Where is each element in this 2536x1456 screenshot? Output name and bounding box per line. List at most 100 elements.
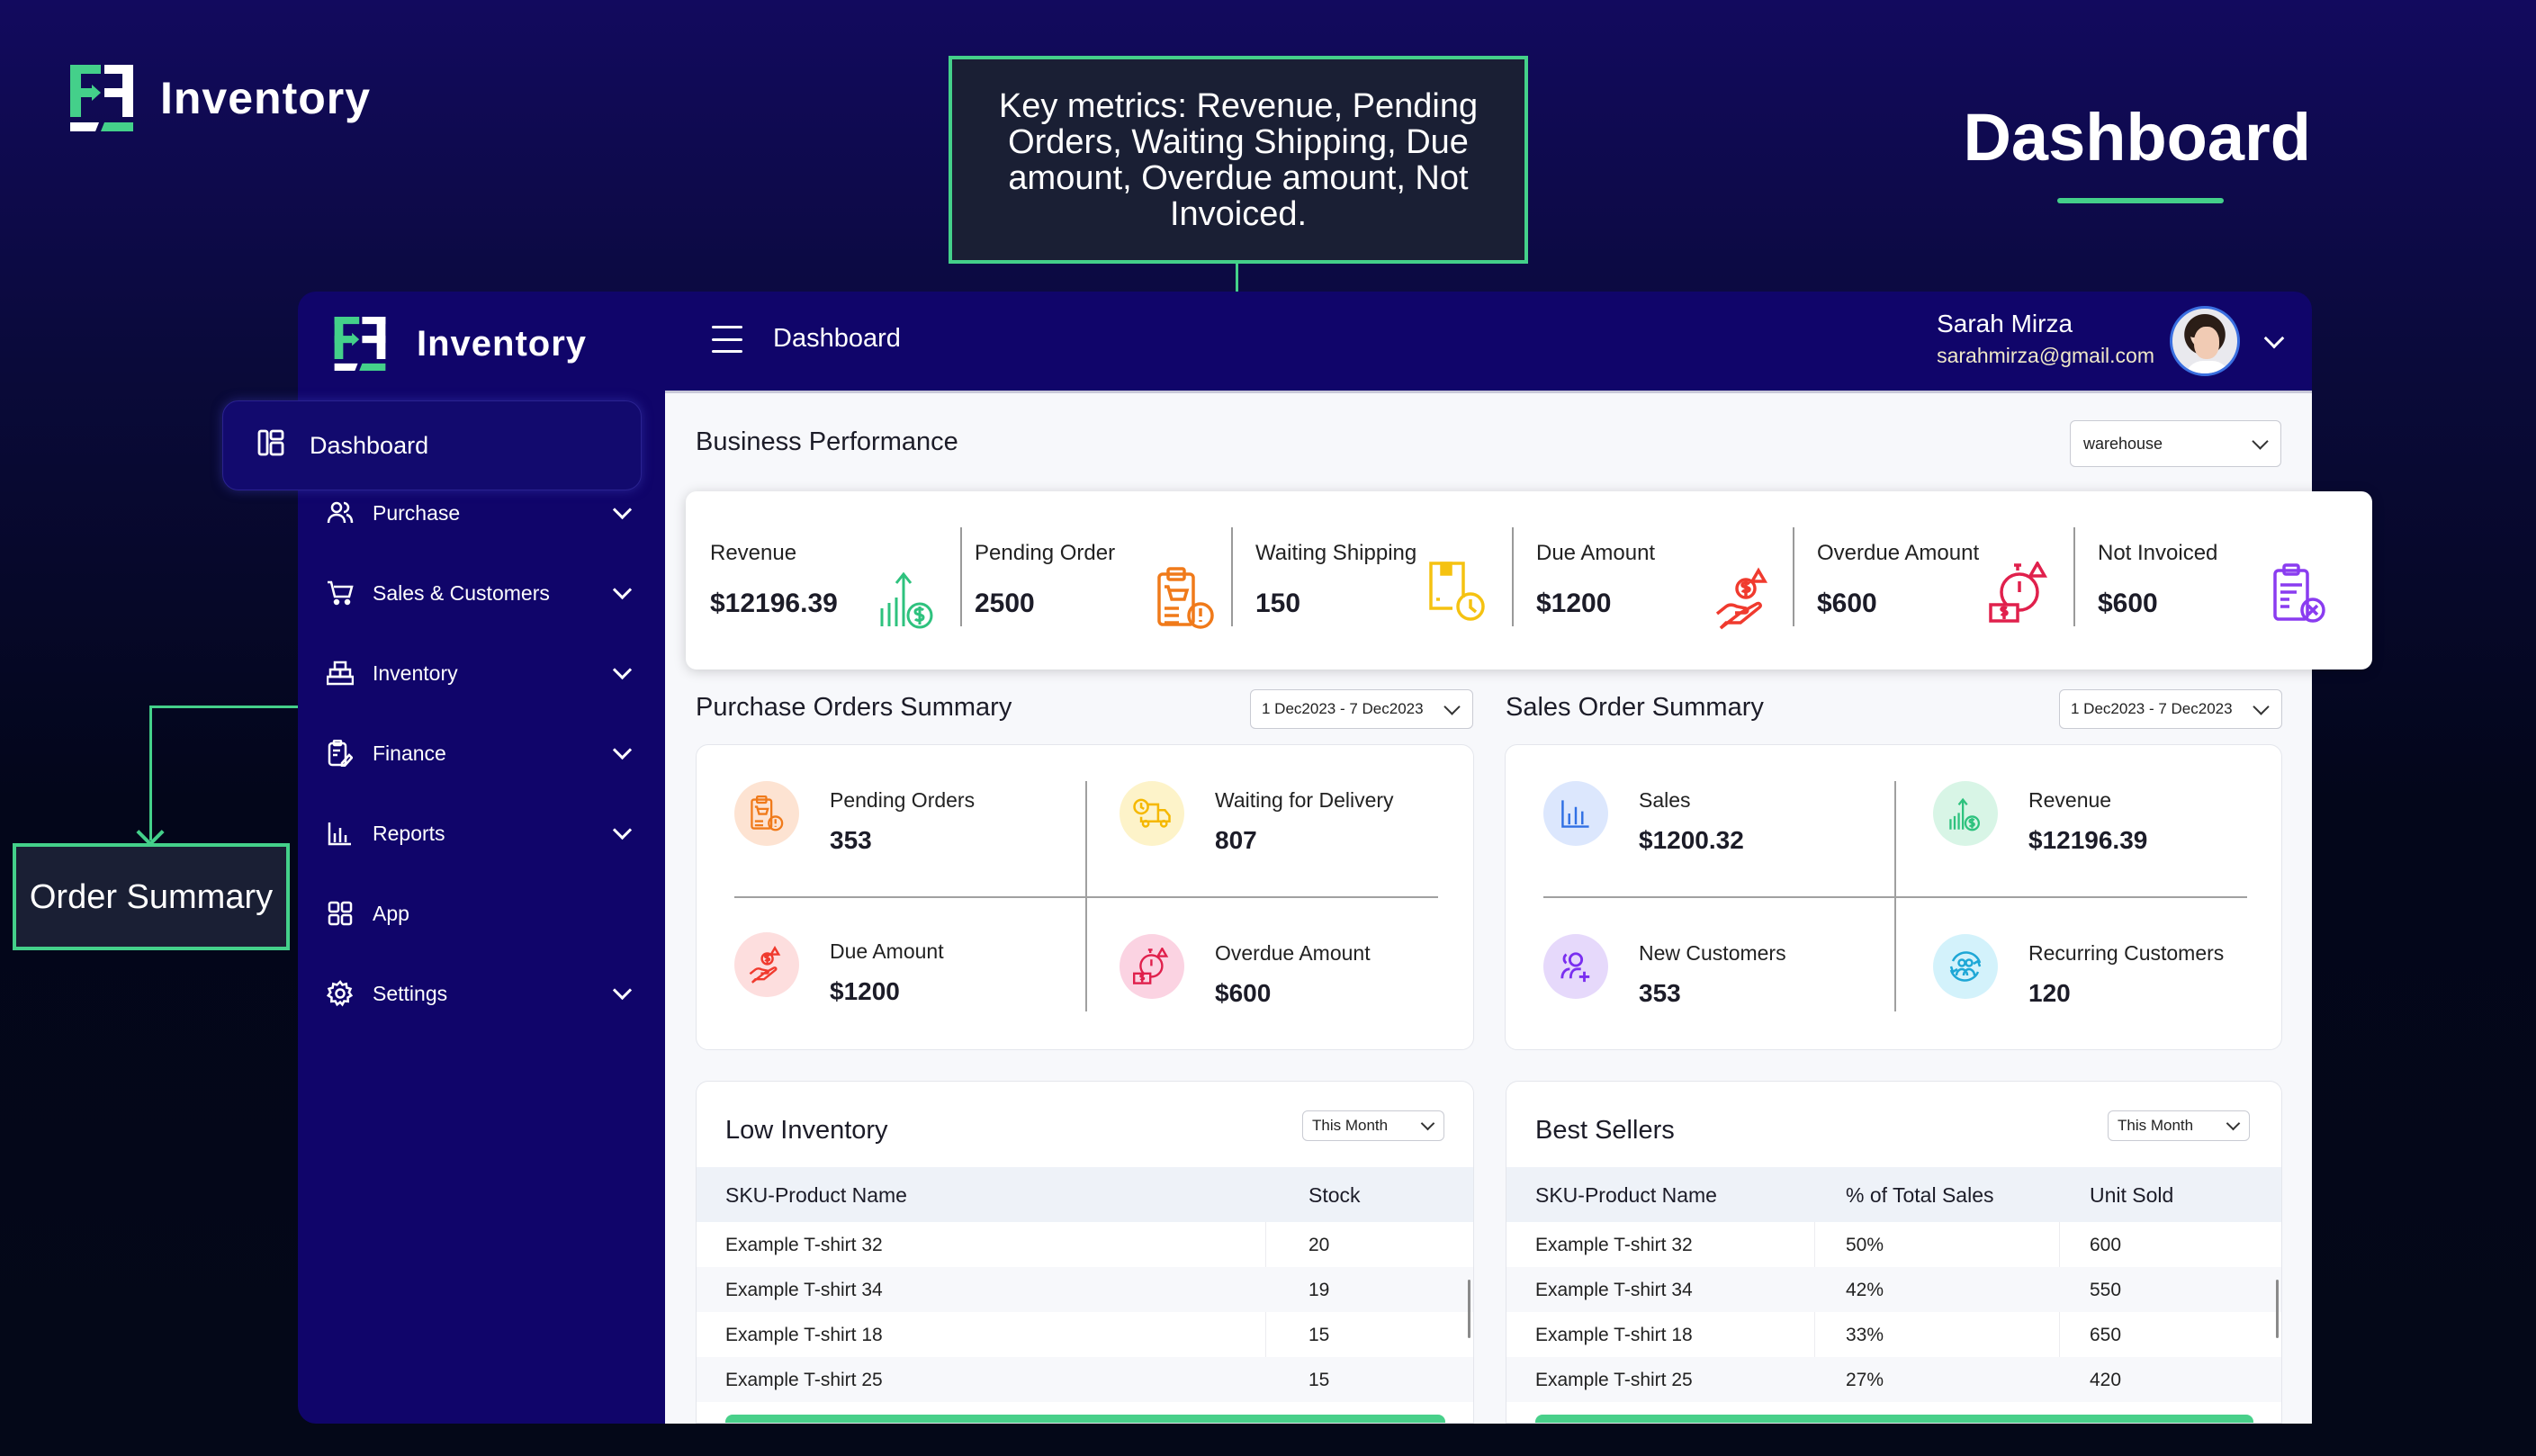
business-performance-title: Business Performance: [696, 427, 958, 456]
chevron-down-icon: [1443, 697, 1461, 715]
kpi-due-amount[interactable]: Due Amount $1200: [1512, 491, 1793, 670]
scrollbar-thumb[interactable]: [1468, 1280, 1470, 1338]
best-sellers-card: Best Sellers This Month SKU-Product Name…: [1506, 1081, 2282, 1424]
chevron-down-icon: [612, 580, 633, 599]
scrollbar-thumb[interactable]: [2276, 1280, 2279, 1338]
summary-pending-orders[interactable]: Pending Orders 353: [734, 781, 1076, 907]
invoice-cancel-icon: [2273, 563, 2325, 623]
summary-recurring-customers[interactable]: Recurring Customers 120: [1933, 934, 2275, 1060]
revenue-growth-icon: [880, 571, 933, 629]
table-row[interactable]: Example T-shirt 25 15: [697, 1357, 1473, 1402]
recurring-users-icon: [1949, 951, 1982, 982]
clipboard-edit-icon: [327, 740, 354, 767]
sidebar-item-sales-customers[interactable]: Sales & Customers: [298, 566, 665, 620]
sidebar-item-inventory[interactable]: Inventory: [298, 646, 665, 700]
delivery-truck-clock-icon: [1133, 798, 1171, 828]
chevron-down-icon: [2252, 432, 2269, 450]
table-row[interactable]: Example T-shirt 25 27% 420: [1506, 1357, 2281, 1402]
gear-icon: [327, 980, 354, 1007]
kpi-overdue-amount[interactable]: Overdue Amount $600: [1793, 491, 2073, 670]
boxes-icon: [327, 660, 354, 687]
pending-order-clipboard-icon: [1157, 567, 1214, 629]
callout-key-metrics: Key metrics: Revenue, Pending Orders, Wa…: [949, 56, 1528, 264]
summary-revenue[interactable]: Revenue $12196.39: [1933, 781, 2275, 907]
table-row[interactable]: Example T-shirt 18 15: [697, 1312, 1473, 1357]
stopwatch-money-icon: [1133, 948, 1169, 984]
table-header: SKU-Product Name % of Total Sales Unit S…: [1506, 1167, 2281, 1222]
table-row[interactable]: Example T-shirt 18 33% 650: [1506, 1312, 2281, 1357]
sales-summary-card: Sales $1200.32 Revenue $12196.39 New Cus…: [1505, 744, 2282, 1050]
chevron-down-icon: [612, 740, 633, 759]
sidebar-nav: Purchase Sales & Customers Inventory Fin…: [298, 391, 665, 1424]
sidebar-item-settings[interactable]: Settings: [298, 966, 665, 1020]
kpi-revenue[interactable]: Revenue $12196.39: [686, 491, 961, 670]
sidebar-item-purchase[interactable]: Purchase: [298, 486, 665, 540]
page-footer-bg: [0, 1424, 2536, 1456]
low-inventory-period-select[interactable]: This Month: [1302, 1110, 1444, 1141]
grid-icon: [327, 900, 354, 927]
callout-order-summary: Order Summary: [13, 843, 290, 950]
app-brand-name: Inventory: [417, 323, 588, 364]
stopwatch-money-icon: [1989, 562, 2048, 623]
arrow-down-icon: [136, 818, 165, 847]
purchase-summary-title: Purchase Orders Summary: [696, 693, 1012, 722]
sidebar-item-app[interactable]: App: [298, 886, 665, 940]
bar-chart-icon: [327, 820, 354, 847]
view-all-button[interactable]: [1535, 1415, 2253, 1423]
view-all-button[interactable]: [725, 1415, 1445, 1423]
summary-sales[interactable]: Sales $1200.32: [1543, 781, 1885, 907]
table-row[interactable]: Example T-shirt 32 50% 600: [1506, 1222, 2281, 1267]
kpi-pending-order[interactable]: Pending Order 2500: [950, 491, 1231, 670]
purchase-date-range-select[interactable]: 1 Dec2023 - 7 Dec2023: [1250, 689, 1473, 729]
summary-waiting-delivery[interactable]: Waiting for Delivery 807: [1120, 781, 1461, 907]
add-user-icon: [1560, 952, 1590, 983]
chevron-down-icon[interactable]: [2263, 328, 2285, 349]
chevron-down-icon: [612, 660, 633, 679]
sales-summary-title: Sales Order Summary: [1506, 693, 1764, 722]
kpi-card: Revenue $12196.39 Pending Order 2500 Wai…: [686, 491, 2372, 670]
best-sellers-title: Best Sellers: [1535, 1116, 1675, 1145]
user-info[interactable]: Sarah Mirza sarahmirza@gmail.com: [1937, 310, 2154, 368]
low-inventory-card: Low Inventory This Month SKU-Product Nam…: [696, 1081, 1474, 1424]
chevron-down-icon: [612, 820, 633, 840]
logo-icon: [334, 317, 386, 371]
avatar[interactable]: [2170, 306, 2240, 376]
shipping-box-clock-icon: [1429, 562, 1485, 621]
topbar-title: Dashboard: [773, 324, 901, 353]
top-bar: Inventory Dashboard Sarah Mirza sarahmir…: [298, 292, 2312, 391]
purchase-summary-card: Pending Orders 353 Waiting for Delivery …: [696, 744, 1474, 1050]
low-inventory-title: Low Inventory: [725, 1116, 888, 1145]
chevron-down-icon: [2226, 1116, 2241, 1130]
summary-due-amount[interactable]: Due Amount $1200: [734, 932, 1076, 1058]
outer-brand: Inventory: [70, 65, 371, 131]
summary-overdue-amount[interactable]: Overdue Amount $600: [1120, 934, 1461, 1060]
hand-coin-alert-icon: [1715, 567, 1768, 630]
table-row[interactable]: Example T-shirt 32 20: [697, 1222, 1473, 1267]
cart-icon: [327, 580, 354, 607]
pending-order-clipboard-icon: [751, 795, 784, 831]
sidebar-item-dashboard[interactable]: Dashboard: [222, 400, 642, 490]
hand-coin-alert-icon: [749, 946, 781, 984]
chevron-down-icon: [2253, 697, 2270, 715]
chevron-down-icon: [612, 980, 633, 1000]
app-brand[interactable]: Inventory: [334, 317, 587, 371]
kpi-not-invoiced[interactable]: Not Invoiced $600: [2073, 491, 2372, 670]
sidebar-item-reports[interactable]: Reports: [298, 806, 665, 860]
user-name: Sarah Mirza: [1937, 310, 2073, 337]
warehouse-select[interactable]: warehouse: [2070, 420, 2281, 467]
logo-icon: [70, 65, 133, 131]
users-icon: [327, 499, 354, 526]
hamburger-menu-icon[interactable]: [712, 326, 742, 353]
summary-new-customers[interactable]: New Customers 353: [1543, 934, 1885, 1060]
sales-date-range-select[interactable]: 1 Dec2023 - 7 Dec2023: [2059, 689, 2282, 729]
dashboard-icon: [257, 429, 284, 463]
best-sellers-period-select[interactable]: This Month: [2108, 1110, 2250, 1141]
sidebar-item-finance[interactable]: Finance: [298, 726, 665, 780]
revenue-growth-icon: [1949, 797, 1980, 831]
table-header: SKU-Product Name Stock: [697, 1167, 1473, 1222]
table-row[interactable]: Example T-shirt 34 19: [697, 1267, 1473, 1312]
brand-name: Inventory: [160, 73, 372, 123]
kpi-waiting-shipping[interactable]: Waiting Shipping 150: [1231, 491, 1512, 670]
page-heading: Dashboard: [1963, 100, 2311, 175]
table-row[interactable]: Example T-shirt 34 42% 550: [1506, 1267, 2281, 1312]
